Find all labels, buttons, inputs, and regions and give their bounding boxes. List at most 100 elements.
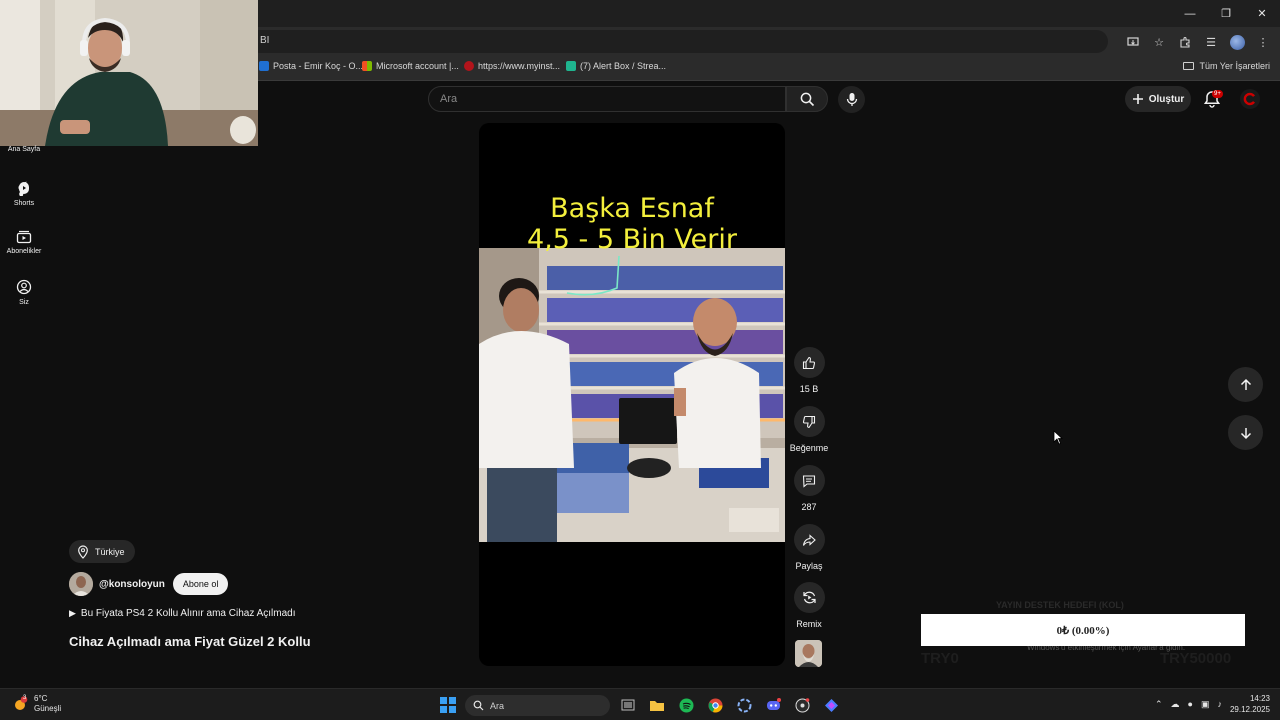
bookmark-label: (7) Alert Box / Strea...: [580, 61, 667, 71]
comments-action: 287: [789, 465, 829, 512]
like-action: 15 B: [789, 347, 829, 394]
nav-you[interactable]: Siz: [0, 279, 48, 306]
volume-icon[interactable]: ♪: [1217, 699, 1222, 709]
comment-icon: [802, 474, 816, 488]
weather-widget[interactable]: 3 6°C Güneşli: [12, 694, 61, 714]
bookmark-label: https://www.myinst...: [478, 61, 561, 71]
display-icon[interactable]: ▣: [1201, 699, 1210, 710]
dislike-button[interactable]: [793, 406, 825, 437]
file-explorer-icon[interactable]: [647, 694, 667, 716]
folder-icon: [1183, 62, 1195, 70]
location-pin-icon: [78, 544, 88, 559]
sound-channel-avatar[interactable]: [795, 640, 822, 667]
thumbs-down-icon: [802, 415, 816, 428]
channel-name[interactable]: @konsoloyun: [99, 579, 165, 590]
bookmark-label: Posta - Emir Koç - O...: [273, 61, 364, 71]
dislike-action: Beğenme: [789, 406, 829, 453]
search-placeholder: Ara: [440, 93, 458, 105]
plus-icon: [1132, 94, 1143, 104]
nav-label: Abonelikler: [6, 248, 42, 255]
next-short-button[interactable]: [1228, 415, 1263, 450]
bookmark-star-icon[interactable]: ☆: [1148, 31, 1170, 53]
channel-avatar[interactable]: [69, 572, 93, 596]
weather-condition: Güneşli: [34, 704, 62, 713]
remix-button[interactable]: [793, 582, 825, 613]
task-view-icon[interactable]: [618, 694, 638, 716]
share-button[interactable]: [793, 524, 825, 555]
location-label: Türkiye: [95, 546, 125, 557]
account-avatar[interactable]: [1240, 89, 1260, 109]
search-button[interactable]: [786, 86, 828, 112]
start-button[interactable]: [440, 697, 456, 713]
clock[interactable]: 14:23 29.12.2025: [1230, 693, 1270, 715]
nav-home[interactable]: Ana Sayfa: [0, 146, 48, 153]
like-button[interactable]: [793, 347, 825, 378]
create-button[interactable]: Oluştur: [1125, 86, 1191, 112]
clock-date: 29.12.2025: [1229, 705, 1270, 714]
all-bookmarks-label: Tüm Yer İşaretleri: [1199, 61, 1270, 71]
remix-label: Remix: [796, 619, 822, 629]
search-icon: [473, 700, 484, 711]
channel-logo-icon: [1243, 92, 1255, 106]
comments-button[interactable]: [793, 465, 825, 496]
overlay-title-line2: 4,5 - 5 Bin Verir: [526, 224, 737, 255]
previous-short-button[interactable]: [1228, 367, 1263, 402]
close-button[interactable]: ✕: [1244, 0, 1280, 27]
playlist-link[interactable]: ▶ Bu Fiyata PS4 2 Kollu Alınır ama Cihaz…: [69, 608, 295, 619]
donation-goal-header: YAYIN DESTEK HEDEFI (KOL): [996, 600, 1124, 610]
streamlabs-icon: [566, 61, 576, 71]
share-arrow-icon: [802, 533, 816, 546]
search-input[interactable]: Ara: [428, 86, 786, 112]
media-control-icon[interactable]: ☰: [1200, 31, 1222, 53]
profile-avatar[interactable]: [1226, 31, 1248, 53]
dislike-label: Beğenme: [789, 443, 829, 453]
microphone-icon[interactable]: ●: [1188, 699, 1193, 709]
bookmark-myinst[interactable]: https://www.myinst...: [464, 61, 560, 71]
app-diamond-icon[interactable]: [821, 694, 841, 716]
window-controls: — ❐ ✕: [1172, 0, 1280, 27]
chrome-icon[interactable]: [705, 694, 725, 716]
donation-goal-bar: 0₺ (0.00%): [921, 614, 1245, 646]
like-count: 15 B: [799, 384, 819, 394]
nav-label: Siz: [19, 299, 29, 306]
notification-count-badge: 9+: [1212, 90, 1223, 98]
voice-search-button[interactable]: [838, 86, 865, 113]
minimize-button[interactable]: —: [1172, 0, 1208, 27]
taskbar-search[interactable]: Ara: [465, 695, 610, 716]
nav-subscriptions[interactable]: Abonelikler: [0, 230, 48, 255]
remix-icon: [802, 591, 816, 604]
overlay-title-line1: Başka Esnaf: [550, 193, 714, 224]
subscriptions-icon: [16, 230, 32, 244]
share-action: Paylaş: [789, 524, 829, 571]
bookmark-alertbox[interactable]: (7) Alert Box / Strea...: [566, 61, 666, 71]
location-chip[interactable]: Türkiye: [69, 540, 135, 563]
obs-icon[interactable]: [792, 694, 812, 716]
shorts-player[interactable]: Başka Esnaf 4,5 - 5 Bin Verir: [479, 123, 785, 666]
clock-time: 14:23: [1249, 694, 1270, 703]
short-title: Cihaz Açılmadı ama Fiyat Güzel 2 Kollu: [69, 634, 311, 649]
chevron-up-icon[interactable]: ⌃: [1155, 699, 1163, 710]
spotify-icon[interactable]: [676, 694, 696, 716]
restore-button[interactable]: ❐: [1208, 0, 1244, 27]
bookmark-posta[interactable]: Posta - Emir Koç - O...: [259, 61, 363, 71]
onedrive-icon[interactable]: ☁: [1171, 699, 1180, 710]
taskbar-apps: [618, 694, 841, 716]
omnibox[interactable]: BI: [248, 30, 1108, 53]
microphone-icon: [846, 93, 857, 106]
subscribe-button[interactable]: Abone ol: [172, 573, 229, 595]
discord-icon[interactable]: [763, 694, 783, 716]
channel-row: @konsoloyun Abone ol: [69, 572, 229, 596]
install-app-icon[interactable]: [1122, 31, 1144, 53]
game-launcher-icon[interactable]: [734, 694, 754, 716]
arrow-up-icon: [1240, 378, 1251, 390]
bookmark-microsoft[interactable]: Microsoft account |...: [362, 61, 459, 71]
webcam-overlay: [0, 0, 258, 146]
channel-avatar-image: [69, 572, 93, 596]
kebab-menu-icon[interactable]: ⋮: [1252, 31, 1274, 53]
nav-shorts[interactable]: Shorts: [0, 180, 48, 207]
arrow-down-icon: [1240, 427, 1251, 439]
extensions-icon[interactable]: [1174, 31, 1196, 53]
taskbar-search-placeholder: Ara: [490, 700, 505, 711]
all-bookmarks[interactable]: Tüm Yer İşaretleri: [1183, 61, 1270, 71]
nav-label: Shorts: [13, 200, 35, 207]
